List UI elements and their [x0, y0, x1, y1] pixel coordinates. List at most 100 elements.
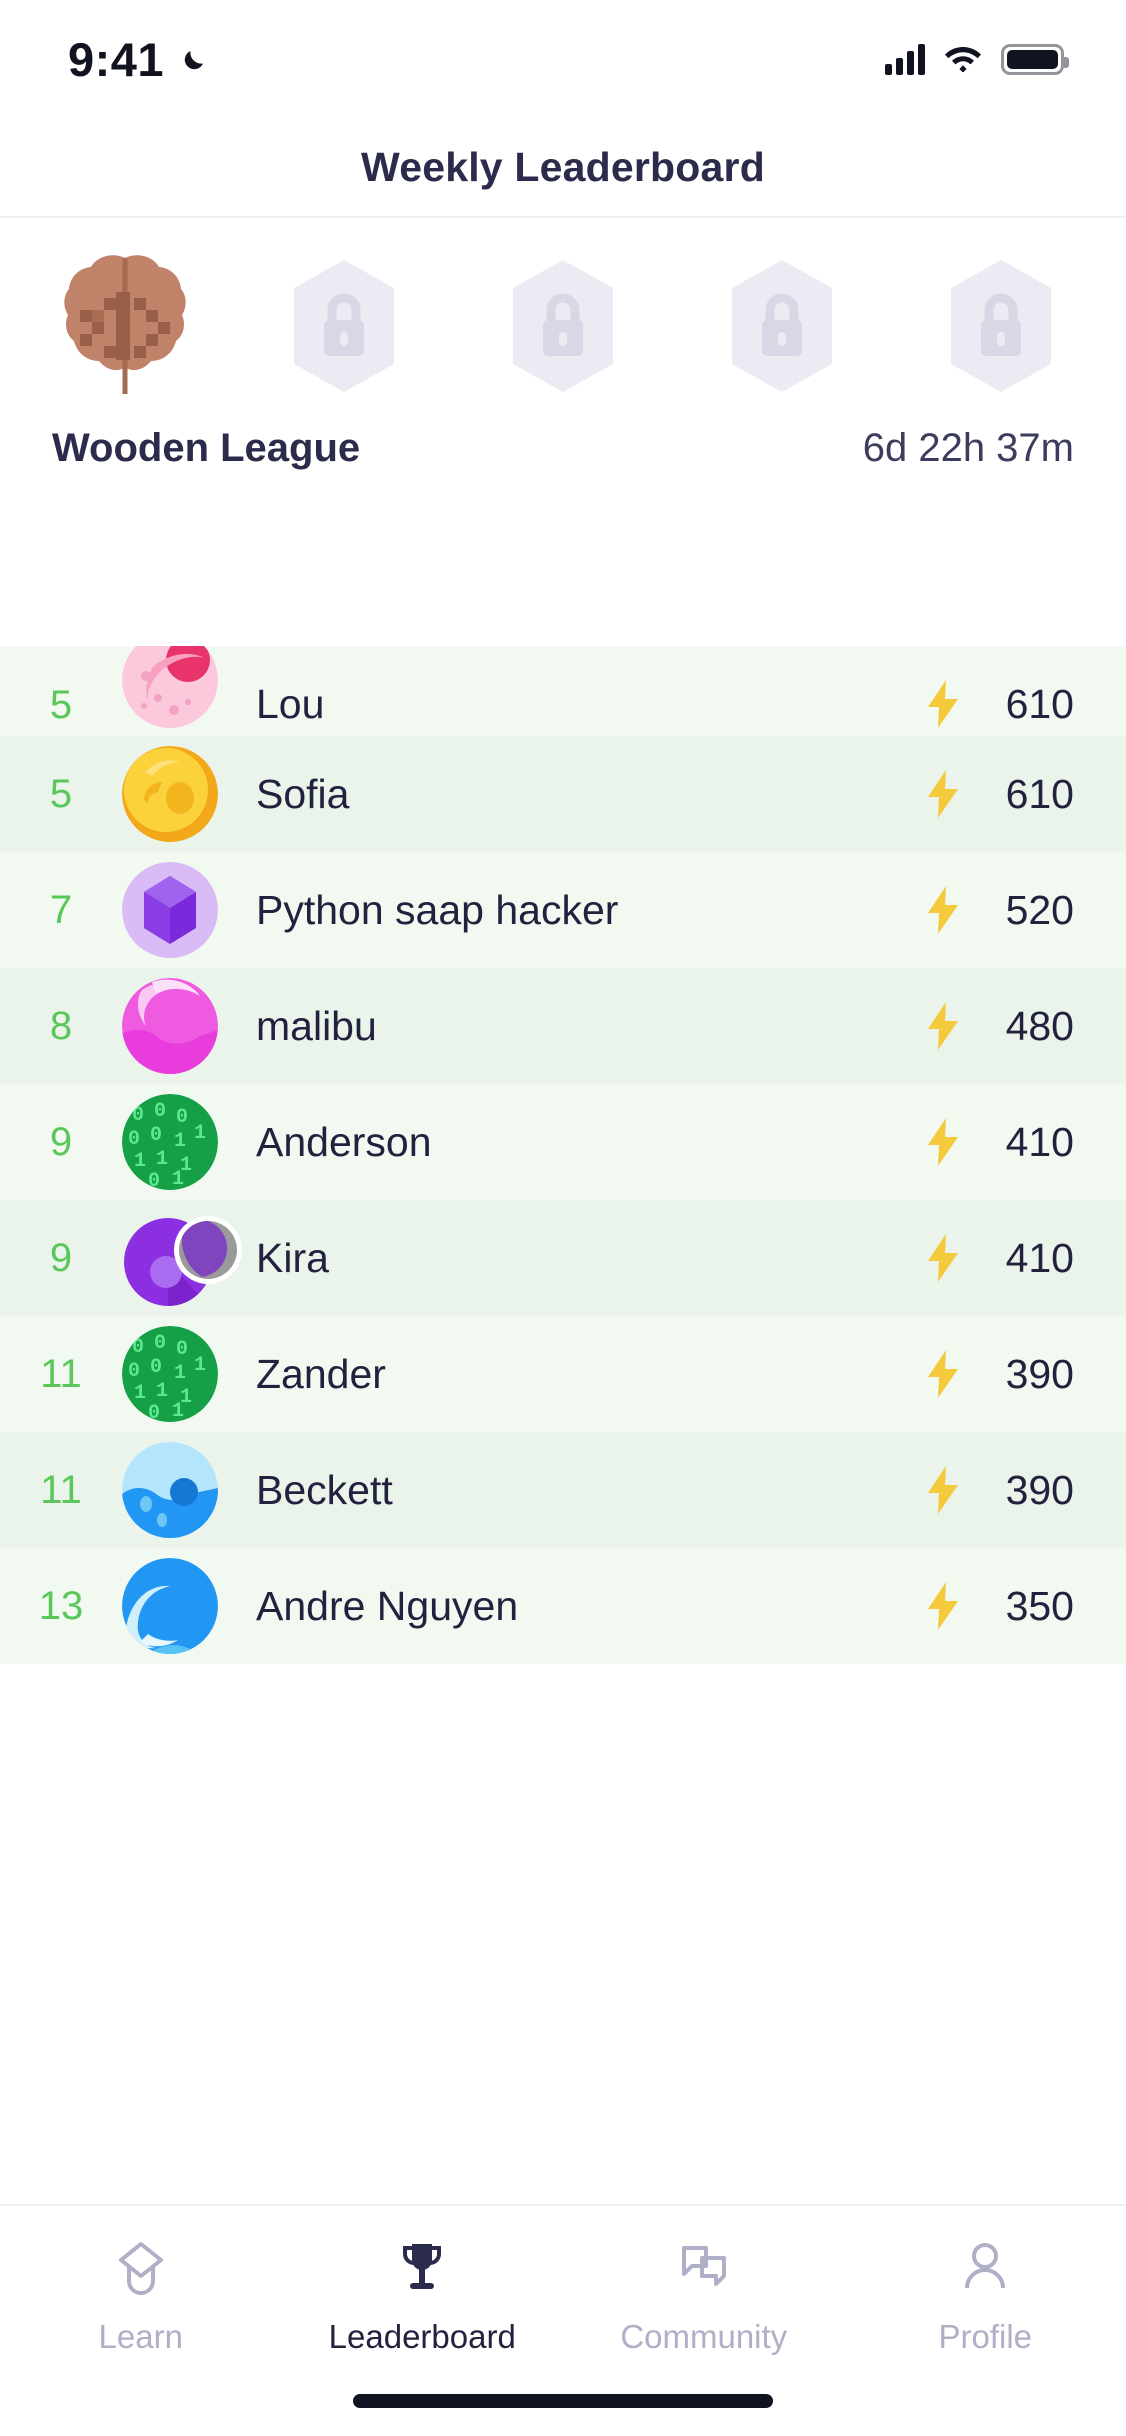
- locked-badge-icon[interactable]: [488, 252, 638, 400]
- graduation-cap-icon: [105, 2232, 177, 2304]
- row-rank: 5: [49, 771, 73, 816]
- lightning-bolt-icon: [924, 1118, 962, 1166]
- row-rank: 9: [49, 1235, 73, 1280]
- row-score-value: 350: [1005, 1582, 1074, 1629]
- row-name: Lou: [256, 681, 325, 727]
- svg-text:0: 0: [176, 1338, 188, 1361]
- row-score-value: 410: [1005, 1234, 1074, 1281]
- locked-badge-icon[interactable]: [269, 252, 419, 400]
- table-row[interactable]: 13 Andre Nguyen 350: [0, 1548, 1126, 1664]
- tab-leaderboard[interactable]: Leaderboard: [282, 2232, 564, 2356]
- table-row[interactable]: 11 Beckett 390: [0, 1432, 1126, 1548]
- row-score-value: 520: [1005, 886, 1074, 933]
- table-row[interactable]: 8 malibu 480: [0, 968, 1126, 1084]
- cellular-bars-icon: [885, 43, 925, 75]
- row-name: Anderson: [256, 1118, 432, 1165]
- row-score: 350: [924, 1582, 1074, 1630]
- svg-text:0: 0: [148, 1170, 160, 1190]
- tab-label: Profile: [938, 2318, 1033, 2355]
- lightning-bolt-icon: [924, 1234, 962, 1282]
- league-info-row: Wooden League 6d 22h 37m: [50, 400, 1076, 501]
- page-header: Weekly Leaderboard: [0, 118, 1126, 218]
- bottom-tab-bar: Learn Leaderboard Community Profile: [0, 2204, 1126, 2436]
- svg-text:0: 0: [132, 1336, 144, 1359]
- svg-text:0: 0: [154, 1100, 166, 1123]
- row-score: 520: [924, 886, 1074, 934]
- league-countdown-timer: 6d 22h 37m: [862, 426, 1074, 470]
- row-rank: 13: [38, 1583, 84, 1628]
- pink-planet-avatar: [122, 646, 218, 728]
- svg-text:0: 0: [176, 1106, 188, 1129]
- svg-text:1: 1: [156, 1148, 168, 1171]
- page-title: Weekly Leaderboard: [361, 143, 765, 190]
- row-score-value: 390: [1005, 1466, 1074, 1513]
- row-name: Andre Nguyen: [256, 1582, 519, 1629]
- table-row[interactable]: 11 000 0011 111 01 Zander 390: [0, 1316, 1126, 1432]
- row-score-value: 480: [1005, 1002, 1074, 1049]
- row-score: 390: [924, 1466, 1074, 1514]
- row-name: Python saap hacker: [256, 886, 619, 933]
- tab-community[interactable]: Community: [563, 2232, 845, 2356]
- lightning-bolt-icon: [924, 1002, 962, 1050]
- status-time: 9:41: [68, 32, 165, 86]
- pink-swirl-avatar: [122, 978, 218, 1074]
- svg-text:0: 0: [148, 1402, 160, 1422]
- locked-badge-icon[interactable]: [707, 252, 857, 400]
- row-score-value: 610: [1005, 680, 1074, 727]
- row-score-value: 410: [1005, 1118, 1074, 1165]
- battery-icon: [1001, 43, 1069, 75]
- table-row[interactable]: 9 000 0011 111 01 Anderson 410: [0, 1084, 1126, 1200]
- moon-icon: [178, 42, 212, 76]
- row-name: malibu: [256, 1002, 377, 1049]
- row-name: Kira: [256, 1234, 329, 1281]
- green-binary-avatar: 000 0011 111 01: [122, 1094, 218, 1190]
- svg-text:1: 1: [174, 1130, 186, 1153]
- row-rank: 7: [49, 887, 73, 932]
- row-score: 480: [924, 1002, 1074, 1050]
- tab-label: Learn: [98, 2318, 183, 2355]
- row-rank: 11: [40, 1351, 82, 1396]
- svg-text:0: 0: [132, 1104, 144, 1127]
- wifi-icon: [943, 42, 983, 77]
- locked-badge-icon[interactable]: [926, 252, 1076, 400]
- tab-learn[interactable]: Learn: [0, 2232, 282, 2356]
- row-score: 390: [924, 1350, 1074, 1398]
- wooden-brain-badge-icon[interactable]: [50, 252, 200, 400]
- green-binary-avatar: 000 0011 111 01: [122, 1326, 218, 1422]
- row-score: 610: [924, 770, 1074, 818]
- row-rank: 9: [49, 1119, 73, 1164]
- table-row[interactable]: 5 Lou 610: [0, 646, 1126, 736]
- row-score: 410: [924, 1118, 1074, 1166]
- row-name: Zander: [256, 1350, 386, 1397]
- svg-text:1: 1: [156, 1380, 168, 1403]
- chat-bubbles-icon: [668, 2232, 740, 2304]
- row-score: 410: [924, 1234, 1074, 1282]
- svg-text:1: 1: [134, 1150, 146, 1173]
- svg-text:1: 1: [172, 1168, 184, 1190]
- trophy-icon: [386, 2232, 458, 2304]
- league-name: Wooden League: [52, 426, 361, 470]
- svg-text:1: 1: [174, 1362, 186, 1385]
- league-badge-row: [50, 252, 1076, 400]
- svg-text:1: 1: [194, 1354, 206, 1377]
- lightning-bolt-icon: [924, 1582, 962, 1630]
- gold-coin-avatar: [122, 746, 218, 842]
- tab-label: Community: [620, 2318, 788, 2355]
- svg-text:0: 0: [128, 1360, 140, 1383]
- table-row[interactable]: 5 Sofia 610: [0, 736, 1126, 852]
- lightning-bolt-icon: [924, 680, 962, 728]
- tab-profile[interactable]: Profile: [845, 2232, 1126, 2356]
- lightning-bolt-icon: [924, 886, 962, 934]
- status-bar: 9:41: [0, 0, 1126, 118]
- table-row[interactable]: 9 Kira 410: [0, 1200, 1126, 1316]
- table-row[interactable]: 7 Python saap hacker 520: [0, 852, 1126, 968]
- row-rank: 11: [40, 1467, 82, 1512]
- lightning-bolt-icon: [924, 770, 962, 818]
- blue-wave-avatar: [122, 1558, 218, 1654]
- svg-text:1: 1: [172, 1400, 184, 1422]
- svg-text:0: 0: [154, 1332, 166, 1355]
- leaderboard-list[interactable]: 5 Lou 610 5 Sofia 610 7 Python saap hack…: [0, 646, 1126, 2204]
- status-bar-right: [885, 42, 1069, 77]
- row-name: Sofia: [256, 770, 350, 817]
- lightning-bolt-icon: [924, 1350, 962, 1398]
